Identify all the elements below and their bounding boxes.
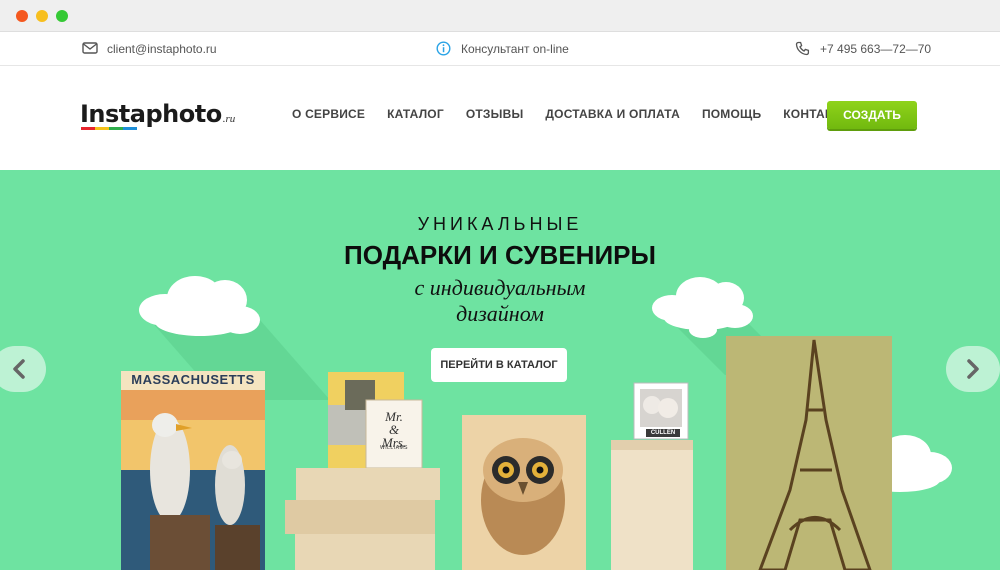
site-logo[interactable]: Instaphoto.ru [80,100,235,130]
cullen-text: CULLEN [646,429,680,437]
chevron-right-icon [967,359,979,379]
info-icon [436,41,451,56]
logo-color-stripe [81,127,137,130]
phone-icon [795,41,810,56]
hero-tagline-line2: дизайном [456,301,544,326]
hero-tagline-line1: с индивидуальным [414,275,586,300]
site-header: Instaphoto.ru О СЕРВИСЕ КАТАЛОГ ОТЗЫВЫ Д… [0,66,1000,170]
email-text[interactable]: client@instaphoto.ru [107,42,217,56]
window-titlebar [0,0,1000,32]
consultant-link[interactable]: Консультант on-line [436,41,569,56]
chevron-left-icon [13,359,25,379]
envelope-icon [82,41,98,56]
nav-delivery[interactable]: ДОСТАВКА И ОПЛАТА [545,107,680,121]
phone-contact[interactable]: +7 495 663—72—70 [795,41,931,56]
close-window-button[interactable] [16,10,28,22]
williams-text: WILLIAMS [380,445,408,451]
phone-text[interactable]: +7 495 663—72—70 [820,42,931,56]
email-contact[interactable]: client@instaphoto.ru [82,41,217,56]
massachusetts-poster [121,371,265,570]
minimize-window-button[interactable] [36,10,48,22]
contact-topbar: client@instaphoto.ru Консультант on-line… [0,32,1000,66]
logo-tld: .ru [222,113,236,125]
massachusetts-text: MASSACHUSETTS [131,372,255,387]
eiffel-painting [726,336,892,570]
nav-catalog[interactable]: КАТАЛОГ [387,107,444,121]
create-button[interactable]: СОЗДАТЬ [827,101,917,129]
nav-help[interactable]: ПОМОЩЬ [702,107,761,121]
slider-next-button[interactable] [946,346,1000,392]
browser-window: client@instaphoto.ru Консультант on-line… [0,0,1000,570]
hero-subtitle: УНИКАЛЬНЫЕ [417,214,583,234]
go-to-catalog-button[interactable]: ПЕРЕЙТИ В КАТАЛОГ [431,348,567,382]
logo-name: Instaphoto [80,100,222,128]
cullen-label: CULLEN [634,383,688,439]
nav-reviews[interactable]: ОТЗЫВЫ [466,107,524,121]
main-nav: О СЕРВИСЕ КАТАЛОГ ОТЗЫВЫ ДОСТАВКА И ОПЛА… [292,107,852,121]
owl-panel [462,415,586,570]
hero-title: ПОДАРКИ И СУВЕНИРЫ [344,240,656,270]
consultant-text[interactable]: Консультант on-line [461,42,569,56]
massachusetts-label: MASSACHUSETTS [121,370,265,390]
nav-about[interactable]: О СЕРВИСЕ [292,107,365,121]
mr-mrs-card: Mr. & Mrs. WILLIAMS [366,400,422,468]
hero-banner: MASSACHUSETTS Mr. & Mrs. WILLIAMS CULLEN… [0,170,1000,570]
slider-prev-button[interactable] [0,346,46,392]
maximize-window-button[interactable] [56,10,68,22]
